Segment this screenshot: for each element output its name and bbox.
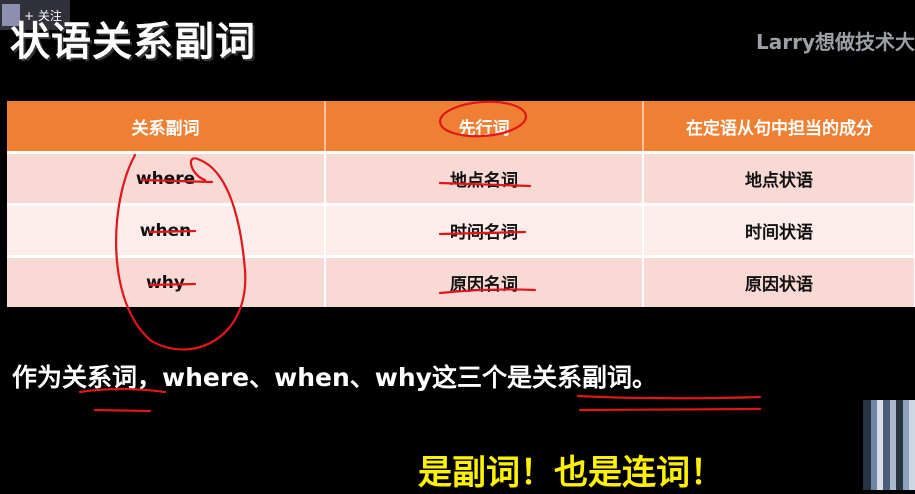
relative-adverb-table: 关系副词 先行词 在定语从句中担当的成分 where 地点名词 地点状语 whe… xyxy=(7,101,915,307)
underline-mark xyxy=(578,407,762,412)
column-header: 先行词 xyxy=(325,101,644,153)
table-cell: when xyxy=(7,203,326,257)
slogan: 是副词！也是连词！ xyxy=(418,453,724,493)
table-cell: 地点名词 xyxy=(325,151,644,205)
table-cell: why xyxy=(7,255,326,307)
underline-mark xyxy=(576,394,762,400)
table-cell: where xyxy=(7,151,326,205)
table-row: why 原因名词 原因状语 xyxy=(7,255,915,307)
watermark: Larry想做技术大 xyxy=(755,30,915,54)
table-cell: 地点状语 xyxy=(643,151,915,205)
explanation-sentence: 作为关系词，where、when、why这三个是关系副词。 xyxy=(12,363,657,392)
column-header: 关系副词 xyxy=(7,101,326,153)
bookshelf-image xyxy=(863,400,915,490)
table-cell: 原因名词 xyxy=(325,255,644,307)
table-cell: 时间名词 xyxy=(325,203,644,257)
table-header-row: 关系副词 先行词 在定语从句中担当的成分 xyxy=(7,101,915,153)
underline-mark xyxy=(93,408,152,413)
table-cell: 时间状语 xyxy=(643,203,915,257)
column-header: 在定语从句中担当的成分 xyxy=(643,101,915,153)
table-row: where 地点名词 地点状语 xyxy=(7,151,915,205)
table-row: when 时间名词 时间状语 xyxy=(7,203,915,257)
page-title: 状语关系副词 xyxy=(10,19,256,65)
table-cell: 原因状语 xyxy=(643,255,915,307)
